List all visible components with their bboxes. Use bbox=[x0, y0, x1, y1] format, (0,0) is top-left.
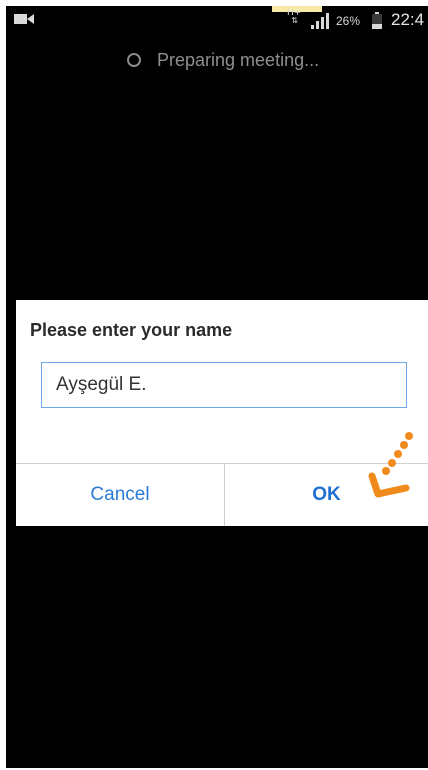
status-clock: 22:4 bbox=[391, 10, 425, 29]
name-input[interactable] bbox=[41, 362, 407, 408]
signal-icon bbox=[311, 13, 329, 29]
battery-icon bbox=[372, 12, 382, 29]
phone-screen: H+ ⇅ 26% 22:4 Preparing meeting... Pleas… bbox=[6, 6, 428, 768]
dialog-title: Please enter your name bbox=[30, 320, 233, 340]
network-type-indicator: H+ ⇅ bbox=[287, 9, 301, 25]
status-bar: H+ ⇅ 26% 22:4 bbox=[6, 6, 428, 34]
cancel-button[interactable]: Cancel bbox=[16, 464, 224, 526]
meeting-status-text: Preparing meeting... bbox=[157, 49, 320, 70]
meeting-status: Preparing meeting... bbox=[127, 49, 319, 71]
tap-indicator-icon bbox=[368, 432, 413, 498]
loading-spinner-icon bbox=[127, 53, 141, 67]
battery-percent: 26% bbox=[336, 14, 361, 28]
video-camera-icon bbox=[14, 14, 34, 24]
network-arrows-icon: ⇅ bbox=[291, 16, 298, 25]
